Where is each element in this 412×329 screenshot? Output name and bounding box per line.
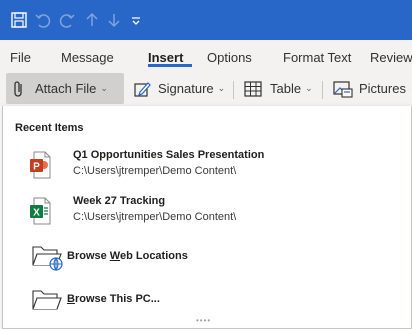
recent-item-path: C:\Users\jtremper\Demo Content\ <box>73 211 237 223</box>
chevron-down-icon: ⌄ <box>305 83 313 93</box>
recent-item-path: C:\Users\jtremper\Demo Content\ <box>73 165 237 177</box>
redo-icon[interactable] <box>58 11 76 29</box>
svg-text:X: X <box>33 208 40 219</box>
tab-insert[interactable]: Insert <box>148 50 183 65</box>
web-folder-icon <box>32 246 63 271</box>
browse-this-pc[interactable]: Browse This PC... <box>3 284 409 316</box>
chevron-down-icon: ⌄ <box>217 83 226 93</box>
signature-label: Signature <box>158 81 214 96</box>
recent-item-powerpoint[interactable]: P Q1 Opportunities Sales Presentation C:… <box>3 147 409 189</box>
signature-button[interactable]: Signature ⌄ <box>133 73 225 104</box>
customize-qat-icon[interactable] <box>130 11 142 29</box>
down-arrow-icon[interactable] <box>106 11 122 29</box>
pictures-icon <box>333 80 353 98</box>
paperclip-icon <box>14 80 22 97</box>
browse-web-locations[interactable]: Browse Web Locations <box>3 241 409 273</box>
signature-icon <box>134 81 151 97</box>
recent-item-title: Week 27 Tracking <box>73 195 166 207</box>
tab-message[interactable]: Message <box>61 50 114 65</box>
folder-icon <box>32 290 62 310</box>
up-arrow-icon[interactable] <box>84 11 100 29</box>
browse-pc-label: Browse This PC... <box>67 293 160 305</box>
tab-review[interactable]: Review <box>370 50 412 65</box>
table-button[interactable]: Table ⌄ <box>244 73 313 104</box>
undo-icon[interactable] <box>34 11 52 29</box>
tab-options[interactable]: Options <box>207 50 252 65</box>
pictures-button[interactable]: Pictures ⌄ <box>333 73 412 104</box>
resize-grip-icon[interactable]: •••• <box>196 316 211 325</box>
excel-file-icon: X <box>30 197 51 225</box>
attach-file-label: Attach File <box>35 81 97 96</box>
chevron-down-icon: ⌄ <box>100 83 108 93</box>
browse-web-label: Browse Web Locations <box>67 250 188 262</box>
table-icon <box>244 80 262 97</box>
tab-file[interactable]: File <box>10 50 31 65</box>
save-icon[interactable] <box>10 11 28 29</box>
ribbon-tabs: File Message Insert Options Format Text … <box>0 40 412 73</box>
attach-file-button[interactable]: Attach File ⌄ <box>6 73 124 104</box>
title-bar <box>0 0 412 40</box>
ribbon-toolbar: Attach File ⌄ Signature ⌄ Table ⌄ Pictur… <box>0 73 412 106</box>
svg-text:P: P <box>33 162 40 173</box>
powerpoint-file-icon: P <box>30 151 51 179</box>
table-label: Table <box>270 81 302 96</box>
recent-item-excel[interactable]: X Week 27 Tracking C:\Users\jtremper\Dem… <box>3 193 409 235</box>
attach-file-dropdown: Recent Items P Q1 Opportunities Sales Pr… <box>2 106 412 329</box>
recent-item-title: Q1 Opportunities Sales Presentation <box>73 149 265 161</box>
tab-format-text[interactable]: Format Text <box>283 50 351 65</box>
pictures-label: Pictures <box>359 81 406 96</box>
recent-items-heading: Recent Items <box>15 122 84 134</box>
toolbar-separator <box>322 81 323 99</box>
active-tab-indicator <box>148 64 192 67</box>
toolbar-separator <box>233 81 234 99</box>
